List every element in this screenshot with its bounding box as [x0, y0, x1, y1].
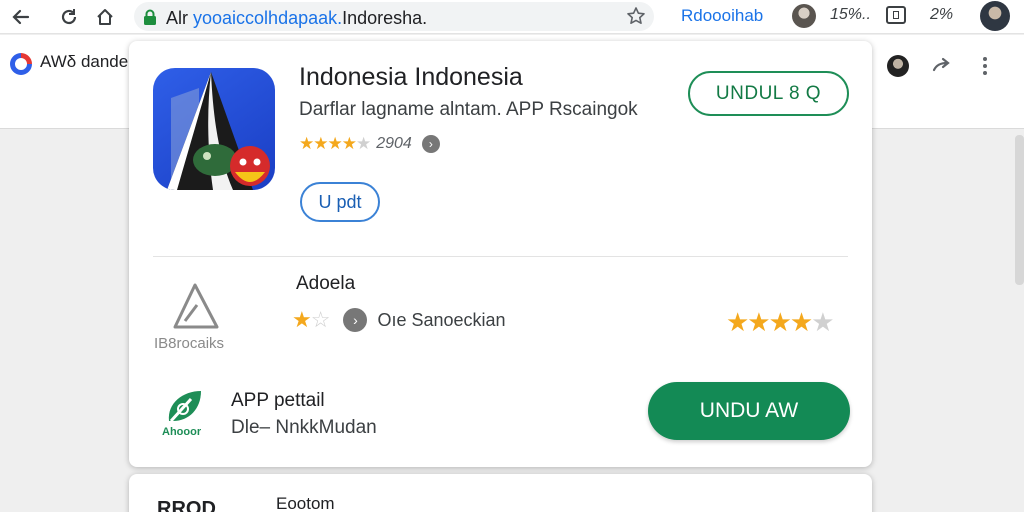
address-bar[interactable]: Alr yooaiccolhdapaak.Indoresha.: [134, 2, 654, 31]
url-rest: Indoresha.: [342, 8, 428, 28]
info-icon[interactable]: ›: [421, 135, 440, 153]
site-name[interactable]: AWδ dande: [40, 52, 128, 72]
row3-caption: Ahooor: [162, 426, 202, 438]
rating-stars: ★★★★★: [299, 134, 371, 153]
card2-label: RROD: [157, 498, 216, 512]
site-logo-icon[interactable]: [8, 51, 34, 82]
url-text: Alr yooaiccolhdapaak.Indoresha.: [166, 8, 427, 29]
more-vert-icon[interactable]: [977, 55, 993, 82]
reload-icon[interactable]: [56, 4, 82, 30]
row2-stars: ★☆: [292, 307, 330, 332]
url-host: yooaiccolhdapaak.: [193, 8, 343, 28]
row2-rating-stars-right: ★★★★★: [726, 307, 835, 337]
download-now-button[interactable]: UNDU AW: [648, 382, 850, 440]
app-card: Indonesia Indonesia Darflar lagname alnt…: [129, 41, 872, 467]
row2-text: Oıe Sanoeckian: [377, 309, 506, 330]
star-outline-icon[interactable]: [626, 6, 646, 31]
update-button[interactable]: U pdt: [300, 182, 380, 222]
account-avatar[interactable]: [792, 4, 816, 28]
row2-info-icon[interactable]: ›: [343, 308, 368, 332]
share-icon[interactable]: [931, 56, 953, 81]
row2-title[interactable]: Adoela: [296, 273, 355, 295]
profile-link[interactable]: Rdoooihab: [681, 6, 763, 26]
back-arrow-icon[interactable]: [8, 4, 34, 30]
divider: [153, 256, 848, 257]
app-rating: ★★★★★ 2904 ›: [299, 134, 440, 154]
download-button[interactable]: UNDUL 8 Q: [688, 71, 849, 116]
row2-rating-right: ★★★★★: [726, 307, 835, 338]
home-icon[interactable]: [92, 4, 118, 30]
card2-title[interactable]: Eootom: [276, 494, 335, 512]
triangle-logo-icon: [167, 281, 223, 338]
row2-caption: IB8rocaiks: [154, 335, 225, 352]
app-title: Indonesia Indonesia: [299, 63, 523, 91]
user-avatar[interactable]: [887, 55, 909, 77]
tabs-icon[interactable]: [886, 6, 906, 24]
leaf-logo-icon: [161, 385, 207, 432]
profile-avatar[interactable]: [980, 1, 1010, 31]
url-prefix: Alr: [166, 8, 188, 28]
battery-level: 2%: [930, 6, 954, 23]
app-icon[interactable]: [153, 68, 275, 190]
app-subtitle: Darflar lagname alntam. APP Rscaingok: [299, 99, 638, 120]
row2-rating: ★☆ › Oıe Sanoeckian: [292, 307, 506, 333]
rating-count: 2904: [376, 135, 412, 152]
browser-toolbar: Alr yooaiccolhdapaak.Indoresha. Rdoooiha…: [0, 0, 1024, 34]
row3-title[interactable]: APP pettail: [231, 390, 325, 412]
zoom-counter: 15%..: [830, 6, 871, 23]
scrollbar[interactable]: [1015, 135, 1024, 285]
next-card: RROD Eootom: [129, 474, 872, 512]
row3-subtitle: Dle– NnkkMudan: [231, 417, 377, 438]
lock-icon: [143, 9, 157, 30]
